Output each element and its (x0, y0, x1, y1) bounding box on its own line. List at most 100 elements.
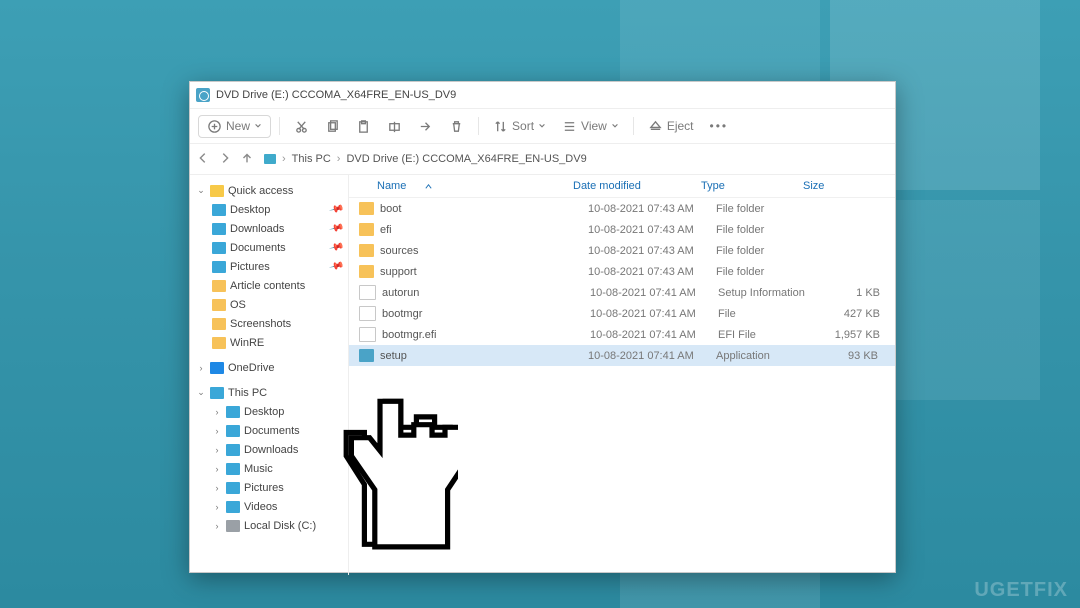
file-icon (359, 327, 376, 342)
toolbar: New Sort View Eject ••• (190, 109, 895, 144)
file-type: File folder (716, 266, 818, 278)
breadcrumb-root[interactable]: This PC (292, 153, 331, 165)
file-size: 1,957 KB (820, 329, 880, 341)
paste-button[interactable] (350, 115, 377, 138)
tree-label: Screenshots (230, 318, 291, 330)
delete-button[interactable] (443, 115, 470, 138)
window-title: DVD Drive (E:) CCCOMA_X64FRE_EN-US_DV9 (216, 89, 456, 101)
share-button[interactable] (412, 115, 439, 138)
rename-button[interactable] (381, 115, 408, 138)
separator (478, 117, 479, 135)
file-name: setup (380, 350, 588, 362)
breadcrumb-current[interactable]: DVD Drive (E:) CCCOMA_X64FRE_EN-US_DV9 (346, 153, 586, 165)
folder-icon (212, 280, 226, 292)
tree-label: Downloads (244, 444, 298, 456)
tree-winre[interactable]: WinRE (190, 333, 348, 352)
address-bar: › This PC › DVD Drive (E:) CCCOMA_X64FRE… (190, 144, 895, 175)
title-bar[interactable]: DVD Drive (E:) CCCOMA_X64FRE_EN-US_DV9 (190, 82, 895, 109)
tree-documents[interactable]: Documents📌 (190, 238, 348, 257)
col-date[interactable]: Date modified (573, 180, 701, 192)
tree-label: Desktop (244, 406, 284, 418)
forward-button[interactable] (218, 151, 232, 168)
col-size[interactable]: Size (803, 180, 863, 192)
more-button[interactable]: ••• (704, 115, 735, 137)
tree-screenshots[interactable]: Screenshots (190, 314, 348, 333)
chevron-down-icon (611, 122, 619, 130)
tree-label: Article contents (230, 280, 305, 292)
file-type: EFI File (718, 329, 820, 341)
file-list: Name Date modified Type Size boot10-08-2… (349, 175, 895, 575)
copy-button[interactable] (319, 115, 346, 138)
tree-pc-documents[interactable]: ›Documents (190, 421, 348, 440)
sort-button[interactable]: Sort (487, 115, 552, 138)
file-name: boot (380, 203, 588, 215)
tree-pc-downloads[interactable]: ›Downloads (190, 440, 348, 459)
tree-article-contents[interactable]: Article contents (190, 276, 348, 295)
separator (633, 117, 634, 135)
eject-label: Eject (667, 119, 694, 133)
file-date: 10-08-2021 07:43 AM (588, 224, 716, 236)
eject-button[interactable]: Eject (642, 115, 700, 138)
arrow-left-icon (196, 151, 210, 165)
col-type[interactable]: Type (701, 180, 803, 192)
file-type: File folder (716, 203, 818, 215)
file-row[interactable]: setup10-08-2021 07:41 AMApplication93 KB (349, 345, 895, 366)
tree-label: Local Disk (C:) (244, 520, 316, 532)
sort-label: Sort (512, 119, 534, 133)
file-type: Application (716, 350, 818, 362)
file-date: 10-08-2021 07:43 AM (588, 245, 716, 257)
hdd-icon (226, 520, 240, 532)
pin-icon: 📌 (328, 221, 344, 237)
tree-onedrive[interactable]: ›OneDrive (190, 358, 348, 377)
tree-downloads[interactable]: Downloads📌 (190, 219, 348, 238)
documents-icon (226, 425, 240, 437)
up-button[interactable] (240, 151, 254, 168)
folder-icon (212, 299, 226, 311)
music-icon (226, 463, 240, 475)
tree-label: Desktop (230, 204, 270, 216)
tree-pc-localdisk[interactable]: ›Local Disk (C:) (190, 516, 348, 535)
view-button[interactable]: View (556, 115, 625, 138)
arrow-right-icon (218, 151, 232, 165)
file-row[interactable]: efi10-08-2021 07:43 AMFile folder (349, 219, 895, 240)
arrow-up-icon (240, 151, 254, 165)
pictures-icon (226, 482, 240, 494)
folder-icon (359, 244, 374, 257)
videos-icon (226, 501, 240, 513)
file-row[interactable]: support10-08-2021 07:43 AMFile folder (349, 261, 895, 282)
tree-label: Videos (244, 501, 277, 513)
drive-icon (196, 88, 210, 102)
tree-pc-music[interactable]: ›Music (190, 459, 348, 478)
new-button[interactable]: New (198, 115, 271, 138)
watermark: UGETFIX (974, 579, 1068, 602)
tree-pc-pictures[interactable]: ›Pictures (190, 478, 348, 497)
file-date: 10-08-2021 07:41 AM (588, 350, 716, 362)
tree-label: Quick access (228, 185, 293, 197)
file-row[interactable]: autorun10-08-2021 07:41 AMSetup Informat… (349, 282, 895, 303)
breadcrumb[interactable]: › This PC › DVD Drive (E:) CCCOMA_X64FRE… (264, 153, 587, 165)
tree-this-pc[interactable]: ⌄This PC (190, 383, 348, 402)
column-headers[interactable]: Name Date modified Type Size (349, 175, 895, 198)
tree-label: Pictures (244, 482, 284, 494)
cut-button[interactable] (288, 115, 315, 138)
tree-pc-videos[interactable]: ›Videos (190, 497, 348, 516)
file-name: autorun (382, 287, 590, 299)
folder-icon (212, 318, 226, 330)
tree-quick-access[interactable]: ⌄Quick access (190, 181, 348, 200)
tree-pc-desktop[interactable]: ›Desktop (190, 402, 348, 421)
paste-icon (356, 119, 371, 134)
file-row[interactable]: bootmgr10-08-2021 07:41 AMFile427 KB (349, 303, 895, 324)
folder-icon (359, 202, 374, 215)
col-name[interactable]: Name (377, 180, 406, 192)
cloud-icon (210, 362, 224, 374)
tree-os[interactable]: OS (190, 295, 348, 314)
back-button[interactable] (196, 151, 210, 168)
tree-desktop[interactable]: Desktop📌 (190, 200, 348, 219)
pin-icon: 📌 (328, 259, 344, 275)
tree-pictures[interactable]: Pictures📌 (190, 257, 348, 276)
file-row[interactable]: bootmgr.efi10-08-2021 07:41 AMEFI File1,… (349, 324, 895, 345)
file-row[interactable]: boot10-08-2021 07:43 AMFile folder (349, 198, 895, 219)
tree-label: OS (230, 299, 246, 311)
file-row[interactable]: sources10-08-2021 07:43 AMFile folder (349, 240, 895, 261)
downloads-icon (226, 444, 240, 456)
